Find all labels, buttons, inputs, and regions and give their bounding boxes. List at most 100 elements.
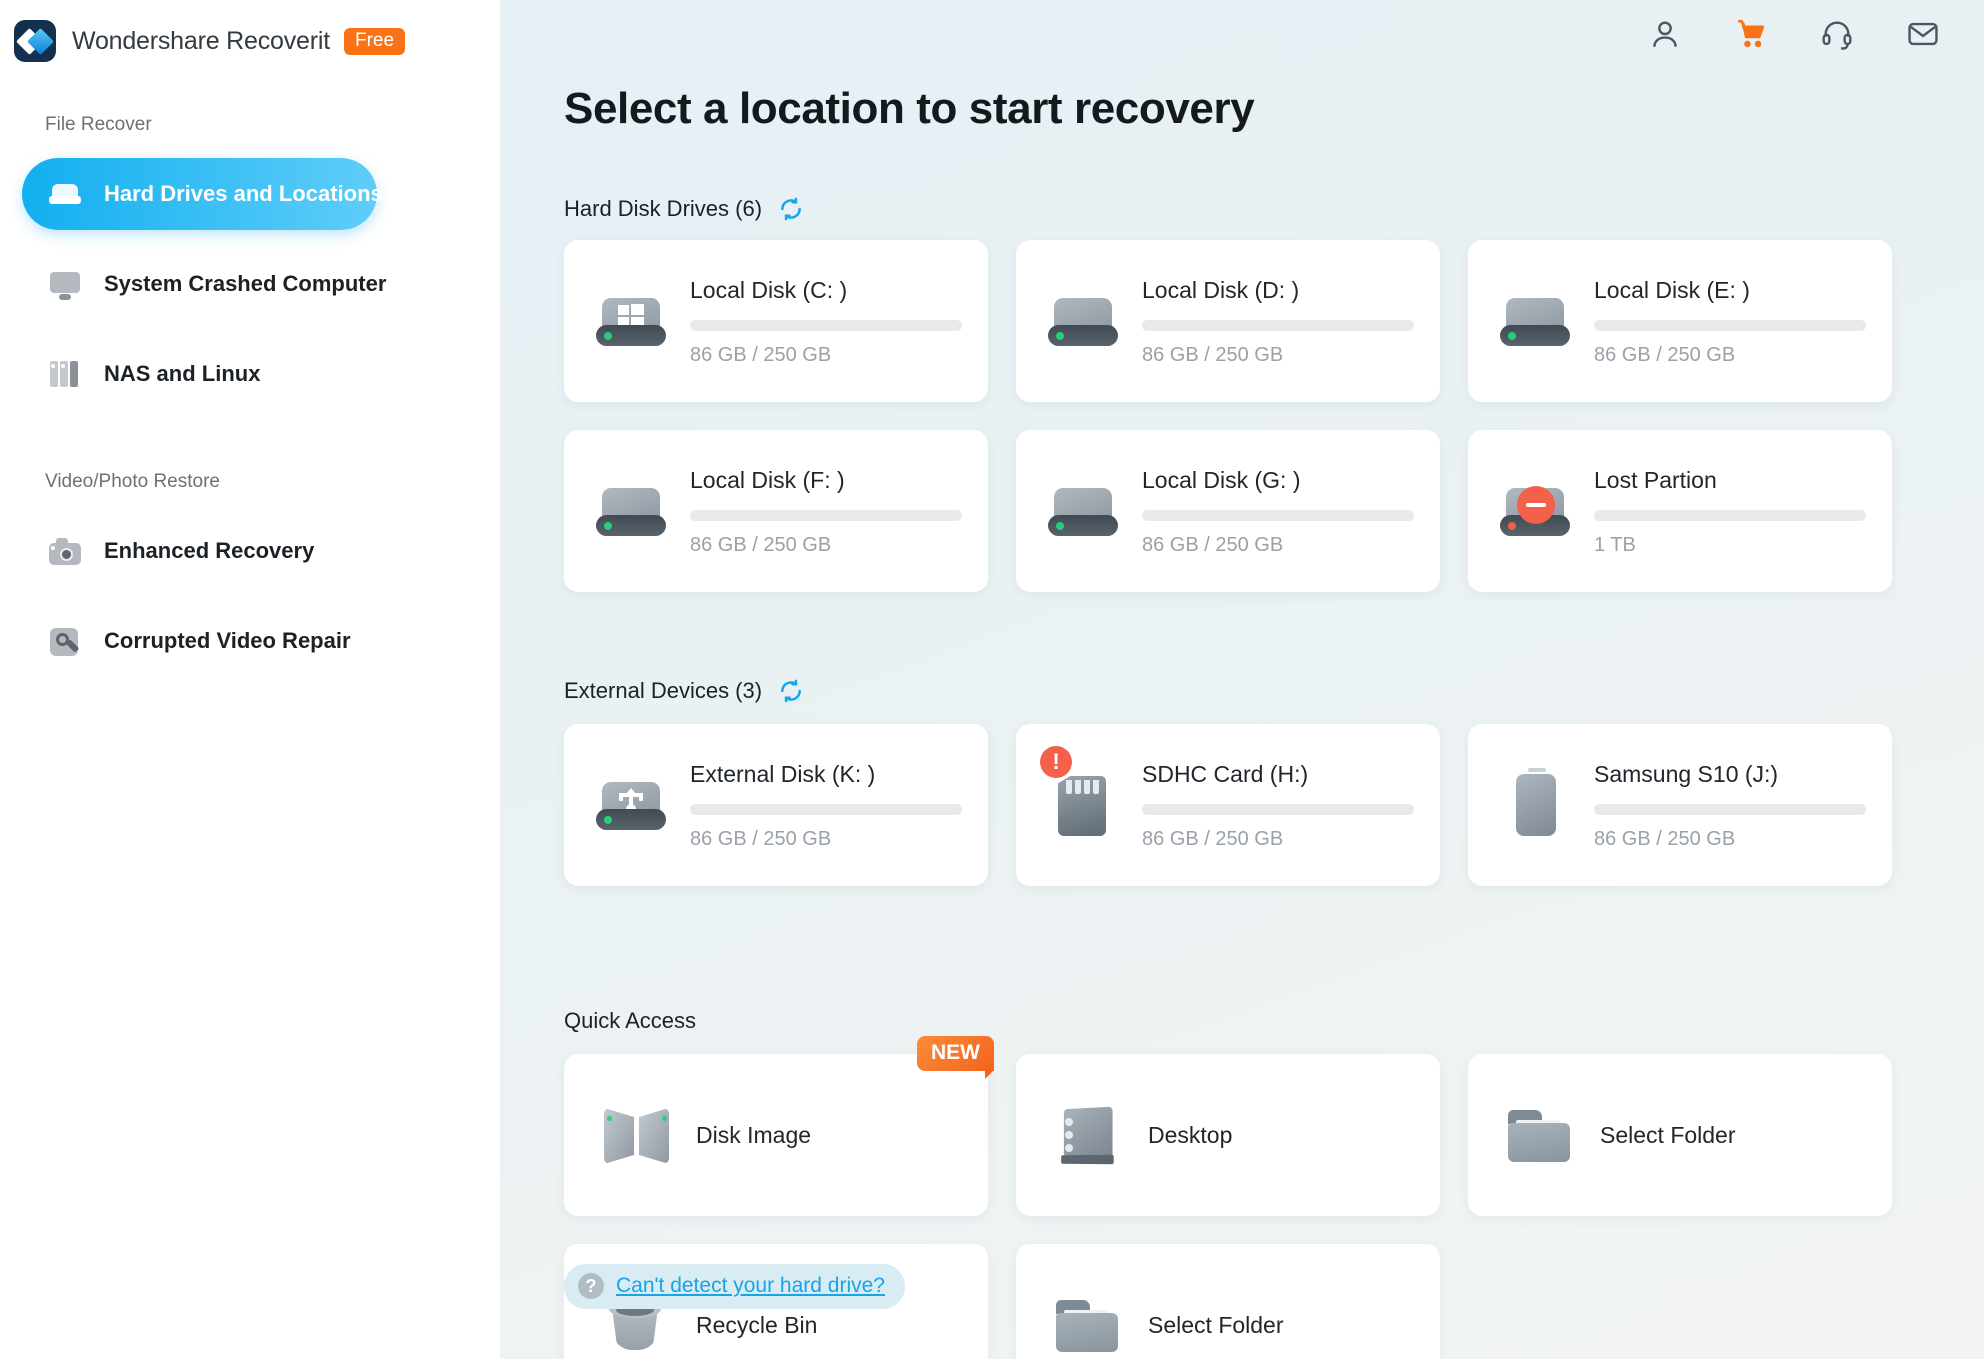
drive-size: 86 GB / 250 GB	[690, 344, 832, 366]
hdd-lost-partition-icon	[1498, 474, 1572, 548]
quick-access-grid: NEW Disk Image Desktop Select Folder Rec…	[564, 1036, 1892, 1359]
section-header-quick-access: Quick Access	[564, 1008, 696, 1034]
hdd-icon	[594, 474, 668, 548]
device-card-samsung-s10-j[interactable]: Samsung S10 (J:) 86 GB / 250 GB	[1468, 724, 1892, 886]
recoverit-logo-icon	[14, 20, 56, 62]
section-label: External Devices (3)	[564, 678, 763, 703]
drive-name: Lost Partion	[1594, 467, 1717, 493]
sidebar-item-label: Hard Drives and Locations	[104, 181, 383, 206]
server-icon	[48, 357, 82, 391]
usage-bar	[1142, 804, 1414, 815]
refresh-icon[interactable]	[778, 678, 804, 704]
sidebar: Wondershare Recoverit Free File Recover …	[0, 0, 500, 1359]
hard-drive-icon	[48, 177, 82, 211]
drive-size: 86 GB / 250 GB	[1142, 534, 1284, 556]
drive-name: Local Disk (C: )	[690, 277, 848, 303]
drive-name: Local Disk (D: )	[1142, 277, 1300, 303]
quick-access-label: Select Folder	[1148, 1311, 1284, 1338]
cant-detect-hard-drive-link[interactable]: ? Can't detect your hard drive?	[564, 1264, 905, 1309]
camera-icon	[48, 534, 82, 568]
quick-access-label: Select Folder	[1600, 1121, 1736, 1148]
drive-card-local-disk-g[interactable]: Local Disk (G: ) 86 GB / 250 GB	[1016, 430, 1440, 592]
drive-size: 86 GB / 250 GB	[690, 534, 832, 556]
sidebar-item-enhanced-recovery[interactable]: Enhanced Recovery	[22, 515, 500, 587]
usage-bar	[690, 804, 962, 815]
sidebar-item-system-crashed-computer[interactable]: System Crashed Computer	[22, 248, 500, 320]
monitor-icon	[48, 267, 82, 301]
sidebar-item-corrupted-video-repair[interactable]: Corrupted Video Repair	[22, 605, 500, 677]
help-link-label: Can't detect your hard drive?	[616, 1274, 885, 1297]
mail-icon[interactable]	[1906, 17, 1940, 51]
drive-size: 1 TB	[1594, 534, 1636, 556]
new-badge: NEW	[917, 1036, 994, 1079]
location-scroll-area[interactable]: Hard Disk Drives (6) Local Disk (C:) 86…	[500, 0, 1984, 1359]
drive-card-local-disk-f[interactable]: Local Disk (F: ) 86 GB / 250 GB	[564, 430, 988, 592]
sidebar-item-label: System Crashed Computer	[104, 271, 387, 296]
drive-name: Local Disk (E: )	[1594, 277, 1750, 303]
support-icon[interactable]	[1820, 17, 1854, 51]
usage-bar	[1594, 320, 1866, 331]
drive-card-local-disk-c[interactable]: Local Disk (C: ) 86 GB / 250 GB	[564, 240, 988, 402]
hdd-windows-icon	[594, 284, 668, 358]
phone-icon	[1498, 768, 1572, 842]
recoverit-window: Wondershare Recoverit Free File Recover …	[0, 0, 1984, 1359]
sd-card-icon	[1046, 768, 1120, 842]
cart-icon[interactable]	[1734, 17, 1768, 51]
drive-name: Local Disk (F: )	[690, 467, 845, 493]
hdd-icon	[1046, 474, 1120, 548]
sidebar-group-label-video-photo-restore: Video/Photo Restore	[45, 471, 220, 492]
refresh-icon[interactable]	[778, 196, 804, 222]
quick-access-card-disk-image[interactable]: NEW Disk Image	[564, 1036, 994, 1216]
desktop-icon	[1052, 1098, 1126, 1172]
device-name: Samsung S10 (J:)	[1594, 761, 1779, 787]
external-devices-grid: External Disk (K: ) 86 GB / 250 GB ! SDH…	[564, 724, 1892, 886]
device-size: 86 GB / 250 GB	[690, 828, 832, 850]
section-header-external-devices: External Devices (3)	[564, 678, 804, 704]
usage-bar	[1142, 320, 1414, 331]
sidebar-group-label-file-recover: File Recover	[45, 114, 152, 135]
device-name: External Disk (K: )	[690, 761, 876, 787]
drive-size: 86 GB / 250 GB	[1594, 344, 1736, 366]
sidebar-item-label: Enhanced Recovery	[104, 538, 315, 563]
quick-access-card-select-folder[interactable]: Select Folder	[1468, 1054, 1892, 1216]
brand-header: Wondershare Recoverit Free	[0, 0, 500, 66]
hard-disk-drives-grid: Local Disk (C: ) 86 GB / 250 GB Local Di…	[564, 240, 1892, 592]
warning-icon: !	[1040, 746, 1072, 778]
device-card-external-disk-k[interactable]: External Disk (K: ) 86 GB / 250 GB	[564, 724, 988, 886]
folder-icon	[1504, 1098, 1578, 1172]
usb-drive-icon	[594, 768, 668, 842]
quick-access-card-select-folder-2[interactable]: Select Folder	[1016, 1244, 1440, 1359]
drive-card-lost-partition[interactable]: Lost Partion 1 TB	[1468, 430, 1892, 592]
sidebar-item-nas-and-linux[interactable]: NAS and Linux	[22, 338, 500, 410]
hdd-icon	[1046, 284, 1120, 358]
device-size: 86 GB / 250 GB	[1142, 828, 1284, 850]
sidebar-item-hard-drives-and-locations[interactable]: Hard Drives and Locations	[22, 158, 383, 230]
usage-bar	[1594, 510, 1866, 521]
quick-access-label: Desktop	[1148, 1121, 1233, 1148]
drive-name: Local Disk (G: )	[1142, 467, 1301, 493]
plan-badge[interactable]: Free	[343, 27, 406, 55]
drive-card-local-disk-e[interactable]: Local Disk (E: ) 86 GB / 250 GB	[1468, 240, 1892, 402]
usage-bar	[690, 510, 962, 521]
quick-access-label: Recycle Bin	[696, 1311, 818, 1338]
usage-bar	[690, 320, 962, 331]
section-label: Hard Disk Drives (6)	[564, 196, 763, 221]
section-label: Quick Access	[564, 1008, 697, 1033]
usage-bar	[1142, 510, 1414, 521]
usage-bar	[1594, 804, 1866, 815]
question-mark-icon: ?	[578, 1273, 604, 1299]
account-icon[interactable]	[1648, 17, 1682, 51]
folder-icon	[1052, 1288, 1126, 1359]
drive-card-local-disk-d[interactable]: Local Disk (D: ) 86 GB / 250 GB	[1016, 240, 1440, 402]
device-size: 86 GB / 250 GB	[1594, 828, 1736, 850]
sidebar-item-label: NAS and Linux	[104, 361, 261, 386]
quick-access-card-desktop[interactable]: Desktop	[1016, 1054, 1440, 1216]
section-header-hard-disk-drives: Hard Disk Drives (6)	[564, 196, 804, 222]
quick-access-label: Disk Image	[696, 1121, 812, 1148]
main-content: Select a location to start recovery Hard…	[500, 0, 1984, 1359]
device-card-sdhc-card-h[interactable]: ! SDHC Card (H:) 86 GB / 250 GB	[1016, 724, 1440, 886]
brand-name: Wondershare Recoverit	[72, 26, 330, 55]
wrench-icon	[48, 624, 82, 658]
topbar	[1648, 0, 1984, 68]
drive-size: 86 GB / 250 GB	[1142, 344, 1284, 366]
